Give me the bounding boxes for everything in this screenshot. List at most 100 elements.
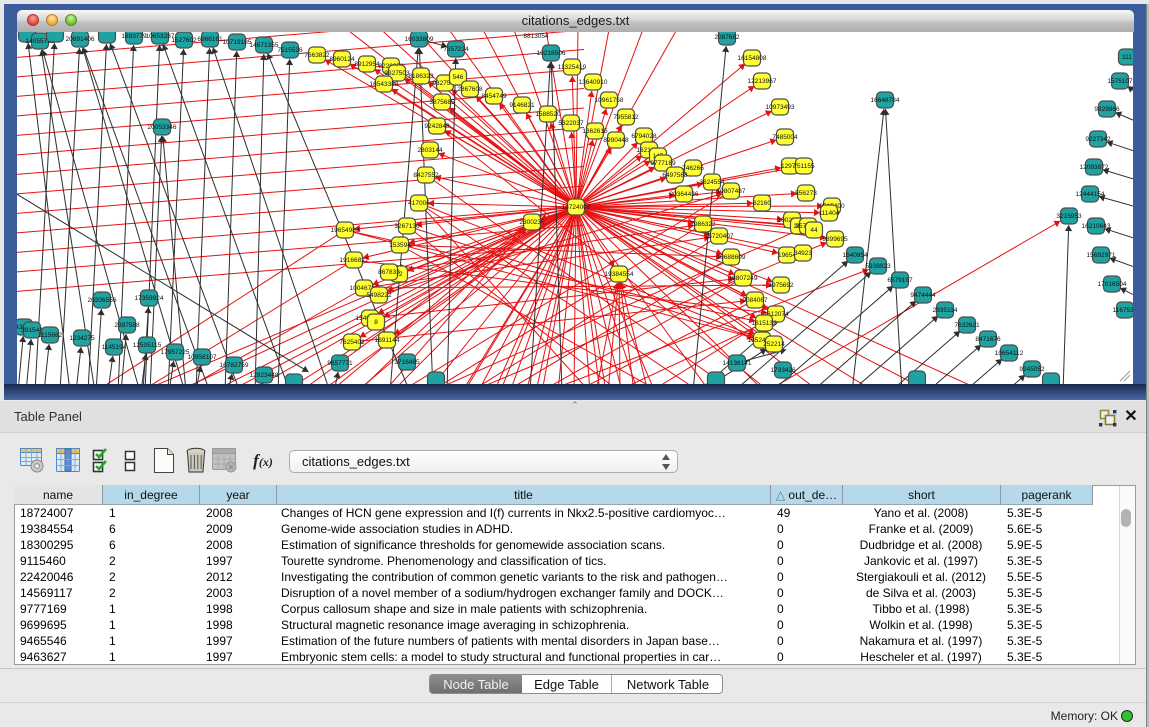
svg-text:10958107: 10958107 [188, 354, 217, 361]
svg-text:12505115: 12505115 [133, 342, 162, 349]
svg-text:14671355: 14671355 [250, 42, 279, 49]
svg-text:9242848: 9242848 [424, 123, 450, 130]
svg-text:1362615: 1362615 [582, 128, 608, 135]
svg-text:1691144: 1691144 [375, 337, 400, 344]
svg-text:5322037: 5322037 [558, 120, 584, 127]
svg-text:556273: 556273 [795, 190, 817, 197]
svg-text:16210643: 16210643 [1082, 223, 1111, 230]
svg-text:19218506: 19218506 [537, 50, 566, 57]
svg-text:7955812: 7955812 [613, 114, 639, 121]
svg-text:19166827: 19166827 [340, 257, 369, 264]
svg-text:6579197: 6579197 [887, 277, 913, 284]
svg-text:1234275: 1234275 [69, 335, 95, 342]
svg-text:9474444: 9474444 [910, 292, 936, 299]
svg-text:1693779: 1693779 [121, 33, 147, 40]
svg-text:8471676: 8471676 [975, 336, 1001, 343]
svg-text:2867608: 2867608 [457, 86, 483, 93]
svg-text:17016504: 17016504 [1098, 281, 1127, 288]
svg-text:13640910: 13640910 [579, 79, 608, 86]
svg-text:16648784: 16648784 [871, 97, 900, 104]
svg-text:867833: 867833 [378, 269, 400, 276]
svg-text:19384554: 19384554 [605, 271, 634, 278]
svg-text:1145194: 1145194 [102, 344, 127, 351]
svg-text:1115682: 1115682 [38, 332, 63, 339]
svg-text:1588520: 1588520 [535, 111, 561, 118]
svg-text:1527602: 1527602 [171, 37, 197, 44]
svg-text:9245052: 9245052 [1019, 366, 1045, 373]
svg-text:8: 8 [374, 319, 378, 326]
svg-text:8912954: 8912954 [354, 61, 380, 68]
svg-text:9084067: 9084067 [742, 297, 768, 304]
svg-text:7357224: 7357224 [443, 46, 469, 53]
svg-text:6794028: 6794028 [631, 133, 657, 140]
svg-text:153594: 153594 [389, 242, 411, 249]
svg-text:20053346: 20053346 [148, 124, 177, 131]
svg-text:19654983: 19654983 [331, 227, 360, 234]
svg-text:16782759: 16782759 [220, 362, 249, 369]
svg-text:10719185: 10719185 [223, 39, 252, 46]
svg-text:252214: 252214 [763, 341, 785, 348]
svg-text:111: 111 [1122, 54, 1132, 61]
svg-text:7625402: 7625402 [339, 339, 365, 346]
svg-text:10973493: 10973493 [766, 104, 795, 111]
svg-text:16543382: 16543382 [370, 81, 399, 88]
svg-text:2300235: 2300235 [519, 219, 545, 226]
svg-text:11325419: 11325419 [558, 64, 587, 71]
svg-text:16033809: 16033809 [405, 36, 434, 43]
svg-text:3267130: 3267130 [394, 223, 420, 230]
svg-text:10654112: 10654112 [995, 350, 1024, 357]
svg-text:8186323: 8186323 [408, 73, 434, 80]
svg-text:1733426: 1733426 [770, 367, 796, 374]
svg-text:15692971: 15692971 [1087, 252, 1116, 259]
svg-text:3875685: 3875685 [429, 99, 455, 106]
svg-text:8990448: 8990448 [603, 137, 629, 144]
svg-text:417006: 417006 [408, 200, 430, 207]
svg-text:44: 44 [810, 227, 818, 234]
svg-text:9657771: 9657771 [327, 360, 353, 367]
svg-text:7986322: 7986322 [690, 221, 716, 228]
svg-text:7632621: 7632621 [954, 322, 980, 329]
svg-text:17957225: 17957225 [161, 349, 190, 356]
svg-text:2935114: 2935114 [933, 307, 958, 314]
svg-text:9146821: 9146821 [509, 102, 535, 109]
svg-text:1975692: 1975692 [768, 282, 794, 289]
svg-text:62160: 62160 [753, 200, 771, 207]
svg-text:20206556: 20206556 [88, 297, 117, 304]
svg-text:17359924: 17359924 [135, 295, 164, 302]
svg-text:9777169: 9777169 [650, 160, 676, 167]
svg-text:14136141: 14136141 [723, 360, 752, 367]
svg-text:18724007: 18724007 [562, 204, 591, 211]
svg-text:5498222: 5498222 [366, 292, 392, 299]
svg-text:7663822: 7663822 [304, 52, 330, 59]
svg-text:8813054: 8813054 [523, 33, 549, 40]
svg-text:8427552: 8427552 [413, 172, 439, 179]
svg-text:5938923: 5938923 [865, 263, 891, 270]
svg-text:16154808: 16154808 [738, 55, 767, 62]
svg-text:1615132: 1615132 [751, 320, 777, 327]
svg-text:10961758: 10961758 [595, 97, 624, 104]
svg-text:20691406: 20691406 [66, 36, 95, 43]
svg-text:111404: 111404 [819, 210, 840, 217]
svg-text:9227342: 9227342 [1085, 136, 1111, 143]
svg-text:10688609: 10688609 [717, 254, 746, 261]
svg-text:12923448: 12923448 [250, 372, 279, 379]
svg-text:34923: 34923 [794, 250, 812, 257]
svg-text:3716485: 3716485 [394, 359, 420, 366]
svg-text:1640954: 1640954 [842, 252, 868, 259]
svg-text:2087682: 2087682 [714, 34, 740, 41]
svg-text:1167533: 1167533 [1113, 307, 1133, 314]
svg-text:12213967: 12213967 [748, 78, 777, 85]
svg-text:12093872: 12093872 [1080, 164, 1109, 171]
svg-text:751155: 751155 [793, 163, 815, 170]
svg-text:6966161: 6966161 [197, 36, 223, 43]
svg-text:9899695: 9899695 [822, 236, 848, 243]
svg-text:8454749: 8454749 [481, 93, 507, 100]
svg-text:15720407: 15720407 [705, 233, 734, 240]
svg-text:2397588: 2397588 [114, 322, 140, 329]
svg-text:9329966: 9329966 [1094, 106, 1120, 113]
svg-text:12444154: 12444154 [1076, 191, 1105, 198]
svg-text:3624554: 3624554 [699, 179, 725, 186]
svg-text:1575107: 1575107 [1107, 78, 1133, 85]
svg-text:20364436: 20364436 [670, 191, 699, 198]
svg-text:6497568: 6497568 [662, 172, 688, 179]
